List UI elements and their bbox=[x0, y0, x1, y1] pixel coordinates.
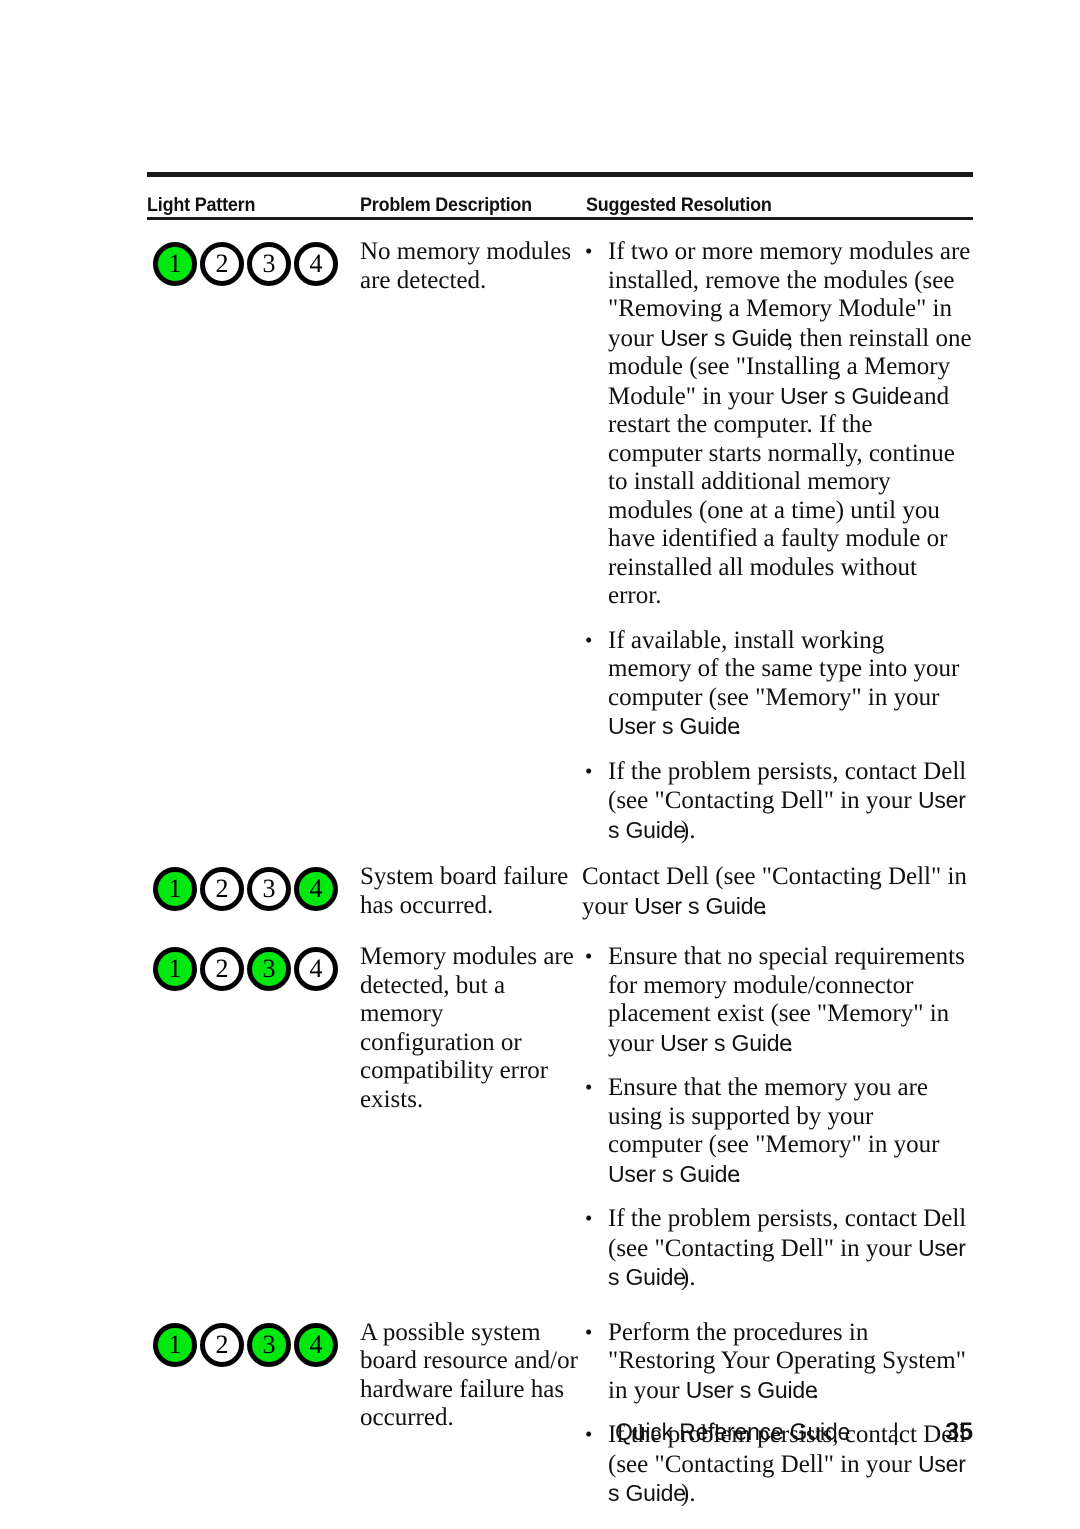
diagnostic-lamp-2: 2 bbox=[200, 947, 244, 991]
diagnostic-lamp-1: 1 bbox=[153, 1322, 197, 1367]
column-header-suggested-resolution: Suggested Resolution bbox=[586, 194, 772, 216]
diagnostic-light-table: Light Pattern Problem Description Sugges… bbox=[147, 172, 973, 1509]
diagnostic-lamp-4: 4 bbox=[294, 947, 338, 991]
bullet-text-part: ). bbox=[680, 1264, 696, 1291]
diagnostic-lamp-3: 3 bbox=[247, 1322, 291, 1367]
bullet-text-part: . bbox=[812, 1376, 819, 1404]
table-row: 1 2 3 4 System board failure has occurre… bbox=[147, 863, 973, 921]
suggested-resolution-cell: If two or more memory modules are instal… bbox=[582, 237, 973, 846]
bullet-text-part: . bbox=[786, 1029, 794, 1057]
problem-text-line2: has occurred. bbox=[360, 891, 494, 919]
diagnostic-lamp-3: 3 bbox=[247, 242, 291, 286]
light-pattern-cell: 1 2 3 4 bbox=[147, 863, 360, 911]
diagnostic-lamp-1: 1 bbox=[153, 867, 197, 911]
resolution-bullet: Perform the procedures in "Restoring You… bbox=[582, 1318, 973, 1406]
light-pattern-cell: 1 2 3 4 bbox=[147, 943, 360, 991]
diagnostic-lamp-2: 2 bbox=[200, 242, 244, 286]
document-page: Light Pattern Problem Description Sugges… bbox=[0, 0, 1080, 1529]
problem-description-cell: Memory modules are detected, but a memor… bbox=[360, 943, 574, 1113]
table-row: 1 2 3 4 Memory modules are detected, but… bbox=[147, 942, 973, 1293]
resolution-bullet: If the problem persists, contact Dell (s… bbox=[582, 1204, 973, 1293]
resolution-bullet: If the problem persists, contact Dell (s… bbox=[582, 757, 973, 846]
problem-text-line1: System board failure bbox=[360, 863, 569, 890]
problem-text-line1: No memory modules bbox=[360, 238, 572, 265]
bullet-text-part: . bbox=[734, 713, 742, 740]
light-pattern-1: 1 2 3 4 bbox=[153, 242, 360, 286]
problem-description-cell: A possible system board resource and/or … bbox=[360, 1318, 578, 1432]
bullet-text-part: Ensure that the memory you are using is … bbox=[608, 1074, 940, 1158]
bullet-text-part: . bbox=[734, 1160, 742, 1188]
resolution-bullet: Ensure that the memory you are using is … bbox=[582, 1073, 973, 1189]
users-guide-reference: User s Guide bbox=[660, 1029, 792, 1056]
bullet-text-part: If the problem persists, contact Dell (s… bbox=[608, 757, 967, 815]
table-header-row: Light Pattern Problem Description Sugges… bbox=[147, 177, 973, 217]
diagnostic-lamp-1: 1 bbox=[153, 947, 197, 991]
light-pattern-3: 1 2 3 4 bbox=[153, 947, 360, 991]
diagnostic-lamp-3: 3 bbox=[247, 867, 291, 911]
problem-description-cell: System board failure has occurred. bbox=[360, 863, 582, 920]
table-row: 1 2 3 4 No memory modules are detected. … bbox=[147, 237, 973, 846]
bullet-text-part: If available, install working memory of … bbox=[608, 626, 960, 711]
resolution-bullet-list: Ensure that no special requirements for … bbox=[582, 942, 973, 1293]
resolution-bullet: If available, install working memory of … bbox=[582, 626, 973, 742]
diagnostic-lamp-2: 2 bbox=[200, 1322, 244, 1367]
table-row: 1 2 3 4 A possible system board resource… bbox=[147, 1318, 973, 1509]
diagnostic-lamp-3: 3 bbox=[247, 947, 291, 991]
problem-description-cell: No memory modules are detected. bbox=[360, 238, 582, 295]
column-header-light-pattern: Light Pattern bbox=[147, 194, 256, 216]
diagnostic-lamp-4: 4 bbox=[294, 867, 338, 911]
problem-text-line2: are detected. bbox=[360, 266, 487, 294]
light-pattern-2: 1 2 3 4 bbox=[153, 867, 360, 911]
resolution-bullet-list: Perform the procedures in "Restoring You… bbox=[582, 1318, 973, 1509]
resolution-bullet: Ensure that no special requirements for … bbox=[582, 942, 973, 1058]
suggested-resolution-cell: Perform the procedures in "Restoring You… bbox=[582, 1318, 973, 1509]
bullet-text-part: ). bbox=[680, 1480, 696, 1507]
resolution-bullet: If two or more memory modules are instal… bbox=[582, 237, 973, 611]
diagnostic-lamp-4: 4 bbox=[294, 242, 338, 286]
diagnostic-lamp-4: 4 bbox=[294, 1322, 338, 1367]
bullet-text-part: and restart the computer. If the compute… bbox=[608, 382, 955, 610]
users-guide-reference: User s Guide bbox=[660, 324, 792, 351]
users-guide-reference: User s Guide bbox=[685, 1376, 818, 1403]
users-guide-reference: User s Guide bbox=[608, 1160, 740, 1187]
suggested-resolution-cell: Ensure that no special requirements for … bbox=[582, 942, 973, 1293]
bullet-text-part: If the problem persists, contact Dell (s… bbox=[608, 1205, 967, 1262]
resolution-bullet-list: If two or more memory modules are instal… bbox=[582, 237, 973, 846]
users-guide-reference: User s Guide bbox=[634, 892, 766, 919]
paragraph-text-part: . bbox=[760, 892, 768, 920]
column-header-problem-description: Problem Description bbox=[360, 194, 532, 216]
diagnostic-lamp-2: 2 bbox=[200, 867, 244, 911]
footer-separator: | bbox=[892, 1419, 899, 1446]
diagnostic-lamp-1: 1 bbox=[153, 242, 197, 286]
users-guide-reference: User s Guide bbox=[608, 713, 740, 739]
resolution-paragraph: Contact Dell (see "Contacting Dell" in y… bbox=[582, 863, 973, 921]
light-pattern-4: 1 2 3 4 bbox=[153, 1322, 360, 1367]
page-footer: Quick Reference Guide | 35 bbox=[147, 1418, 973, 1447]
page-number: 35 bbox=[945, 1418, 973, 1446]
bullet-text-part: ). bbox=[680, 816, 696, 844]
table-body: 1 2 3 4 No memory modules are detected. … bbox=[147, 220, 973, 1509]
light-pattern-cell: 1 2 3 4 bbox=[147, 238, 360, 286]
footer-title: Quick Reference Guide bbox=[615, 1419, 851, 1446]
suggested-resolution-cell: Contact Dell (see "Contacting Dell" in y… bbox=[582, 863, 973, 921]
users-guide-reference: User s Guide bbox=[780, 382, 912, 409]
light-pattern-cell: 1 2 3 4 bbox=[147, 1319, 360, 1367]
